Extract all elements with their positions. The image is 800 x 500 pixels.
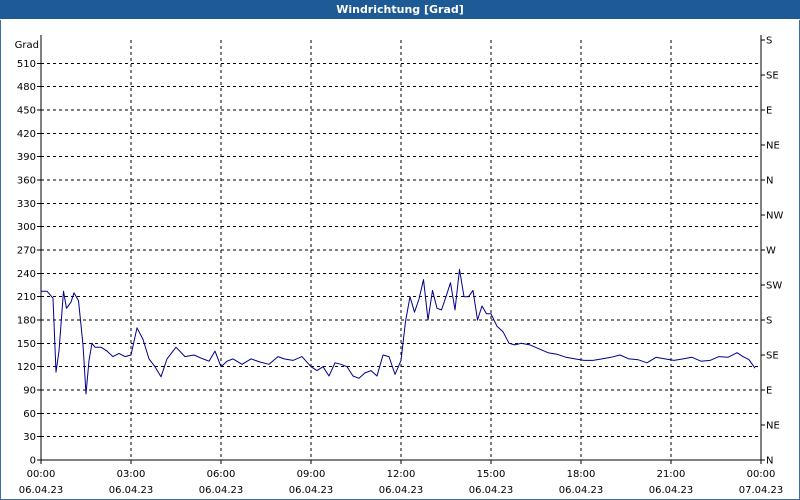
x-tick-label-time: 06:00 xyxy=(207,469,236,480)
y-tick-label: 300 xyxy=(17,222,36,233)
y2-tick-label: SE xyxy=(766,351,779,362)
y-tick-label: 330 xyxy=(17,199,36,210)
x-tick-label-date: 06.04.23 xyxy=(199,485,244,496)
y-tick-label: 60 xyxy=(23,409,36,420)
x-tick-label-time: 00:00 xyxy=(747,469,776,480)
chart-title: Windrichtung [Grad] xyxy=(0,0,800,19)
y-tick-label: 450 xyxy=(17,106,36,117)
x-tick-label-time: 21:00 xyxy=(657,469,686,480)
y-tick-label: 240 xyxy=(17,269,36,280)
y-tick-label: 270 xyxy=(17,246,36,257)
y-axis-label: Grad xyxy=(15,40,39,51)
y-tick-label: 480 xyxy=(17,82,36,93)
x-tick-label-date: 06.04.23 xyxy=(19,485,64,496)
x-tick-label-date: 06.04.23 xyxy=(109,485,154,496)
y2-tick-label: S xyxy=(766,316,772,327)
y2-tick-label: SW xyxy=(766,281,782,292)
y-tick-label: 420 xyxy=(17,129,36,140)
y-tick-label: 180 xyxy=(17,316,36,327)
y2-tick-label: SE xyxy=(766,71,779,82)
x-tick-label-date: 06.04.23 xyxy=(649,485,694,496)
y2-tick-label: W xyxy=(766,246,776,257)
y2-tick-label: NW xyxy=(766,211,783,222)
y2-tick-label: S xyxy=(766,36,772,47)
x-tick-label-date: 06.04.23 xyxy=(469,485,514,496)
y-tick-label: 210 xyxy=(17,292,36,303)
x-tick-label-time: 12:00 xyxy=(387,469,416,480)
y-tick-label: 90 xyxy=(23,386,36,397)
y2-tick-label: E xyxy=(766,386,772,397)
y-tick-label: 30 xyxy=(23,432,36,443)
chart-panel: 0 30 60 90 120 150 180 210 240 270 300 330 360 390 420… xyxy=(0,20,800,500)
y2-tick-label: N xyxy=(766,176,773,187)
x-tick-label-date: 06.04.23 xyxy=(379,485,424,496)
y-tick-label: 510 xyxy=(17,59,36,70)
y2-tick-label: N xyxy=(766,456,773,467)
wind-direction-chart: 0 30 60 90 120 150 180 210 240 270 300 330 360 390 420… xyxy=(15,35,784,496)
y-tick-label: 0 xyxy=(30,456,36,467)
y-tick-label: 390 xyxy=(17,152,36,163)
y2-tick-label: NE xyxy=(766,421,780,432)
x-tick-label-time: 00:00 xyxy=(27,469,56,480)
y-tick-label: 120 xyxy=(17,362,36,373)
y-tick-label: 150 xyxy=(17,339,36,350)
x-tick-label-date: 06.04.23 xyxy=(559,485,604,496)
y-tick-label: 360 xyxy=(17,176,36,187)
x-tick-label-time: 03:00 xyxy=(117,469,146,480)
y2-tick-label: NE xyxy=(766,141,780,152)
series-line xyxy=(41,268,756,395)
x-tick-label-time: 18:00 xyxy=(567,469,596,480)
x-tick-label-time: 15:00 xyxy=(477,469,506,480)
y2-tick-label: E xyxy=(766,106,772,117)
x-tick-label-date: 06.04.23 xyxy=(289,485,334,496)
x-tick-label-date: 07.04.23 xyxy=(739,485,784,496)
x-tick-label-time: 09:00 xyxy=(297,469,326,480)
